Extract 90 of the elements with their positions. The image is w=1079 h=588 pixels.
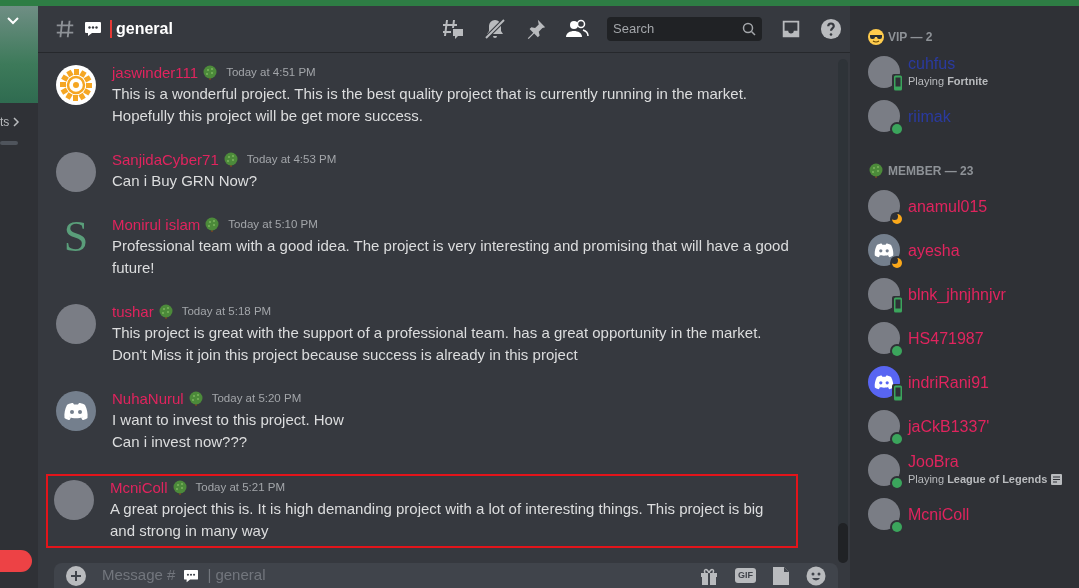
photo-placeholder <box>868 322 900 354</box>
sun-logo-avatar <box>56 65 96 105</box>
online-status-icon <box>890 520 904 534</box>
timestamp: Today at 4:51 PM <box>226 65 316 81</box>
emoji-icon[interactable] <box>806 565 826 586</box>
message-text: Can i Buy GRN Now? <box>112 171 259 191</box>
photo-placeholder <box>54 480 94 520</box>
group-heading: MEMBER — 23 <box>888 163 974 180</box>
timestamp: Today at 5:18 PM <box>181 304 272 320</box>
photo-placeholder <box>56 152 96 192</box>
plus-icon[interactable] <box>66 565 86 586</box>
username[interactable]: McniColl <box>110 476 168 500</box>
online-status-icon <box>890 476 904 490</box>
moon-icon <box>890 212 904 226</box>
tree-icon <box>868 163 884 179</box>
speech-bubble-icon <box>84 21 102 37</box>
speech-bubble-icon <box>183 568 200 583</box>
timestamp: Today at 5:20 PM <box>211 391 302 407</box>
photo-placeholder <box>868 100 900 132</box>
member-item[interactable]: anamul015 <box>868 184 1077 228</box>
pill-button[interactable] <box>0 550 32 572</box>
member-name: McniColl <box>908 504 970 524</box>
online-status-icon <box>890 432 904 446</box>
threads-icon[interactable] <box>441 17 465 41</box>
activity-text: Playing League of Legends <box>908 472 1048 488</box>
photo-placeholder <box>868 410 900 442</box>
message-text: This is a wonderful project. This is the best quality project that is currently running in the market. <box>112 84 749 104</box>
search-field[interactable]: Search <box>607 17 762 41</box>
member-item[interactable]: McniColl <box>868 492 1077 536</box>
photo-placeholder <box>868 454 900 486</box>
message-text: Can i invest now??? <box>112 432 249 452</box>
member-name: JooBra <box>908 452 960 472</box>
member-name: indriRani91 <box>908 372 989 392</box>
scroll-thumb[interactable] <box>838 523 848 563</box>
phone-icon <box>892 74 904 92</box>
member-name: jaCkB1337' <box>908 416 990 436</box>
member-item[interactable]: HS471987 <box>868 316 1077 360</box>
member-item[interactable]: JooBra Playing League of Legends <box>868 448 1077 492</box>
scrollbar[interactable] <box>838 59 848 563</box>
sunglasses-face-icon <box>868 29 884 45</box>
phone-icon <box>892 384 904 402</box>
sidebar-label[interactable]: ts <box>0 113 10 131</box>
username[interactable]: SanjidaCyber71 <box>112 148 219 172</box>
username[interactable]: jaswinder111 <box>112 61 199 85</box>
message-text: Don't Miss it join this project because success is already in this project <box>112 345 579 365</box>
message-text: and strong in many way <box>110 521 270 541</box>
member-name: HS471987 <box>908 328 984 348</box>
message-text: future! <box>112 258 156 278</box>
member-item[interactable]: cuhfus Playing Fortnite <box>868 50 1077 94</box>
avatar-letter: S <box>62 217 90 257</box>
username[interactable]: tushar <box>112 300 154 324</box>
member-item[interactable]: indriRani91 <box>868 360 1077 404</box>
member-name: cuhfus <box>908 54 957 74</box>
gif-button[interactable]: GIF <box>735 567 756 584</box>
muted-bell-icon[interactable] <box>483 17 507 41</box>
photo-placeholder <box>868 498 900 530</box>
file-icon[interactable] <box>772 565 790 586</box>
username[interactable]: Monirul islam <box>112 213 201 237</box>
message-text: Professional team with a good idea. The project is very interesting and promising that will have a good <box>112 236 790 256</box>
chevron-down-icon[interactable] <box>6 16 20 26</box>
channel-name: general <box>110 20 173 38</box>
member-item[interactable]: blnk_jhnjhnjvr <box>868 272 1077 316</box>
message-text: Hopefully this project will be get more success. <box>112 106 424 126</box>
photo-placeholder <box>868 190 900 222</box>
chevron-right-icon <box>13 117 21 127</box>
message-text: I want to invest to this project. How <box>112 410 345 430</box>
message-text: This project is great with the support of a professional team. has a great opportunity in the market. <box>112 323 763 343</box>
online-status-icon <box>890 122 904 136</box>
phone-icon <box>892 296 904 314</box>
group-heading: VIP — 2 <box>888 29 933 46</box>
online-status-icon <box>890 344 904 358</box>
timestamp: Today at 4:53 PM <box>246 152 337 168</box>
pin-icon[interactable] <box>525 18 547 40</box>
inbox-icon[interactable] <box>780 18 802 40</box>
photo-placeholder <box>56 304 96 344</box>
timestamp: Today at 5:21 PM <box>195 480 285 496</box>
member-name: ayesha <box>908 240 960 260</box>
search-icon <box>742 22 756 36</box>
username[interactable]: NuhaNurul <box>112 387 184 411</box>
member-item[interactable]: jaCkB1337' <box>868 404 1077 448</box>
help-icon[interactable] <box>820 18 842 40</box>
member-item[interactable]: ayesha <box>868 228 1077 272</box>
message-text: A great project this is. It is high demanding project with a lot of interesting things. This project is big <box>110 499 765 519</box>
moon-icon <box>890 256 904 270</box>
member-name: riimak <box>908 106 951 126</box>
activity-text: Playing Fortnite <box>908 74 989 90</box>
hashtag-icon <box>54 18 76 40</box>
member-name: anamul015 <box>908 196 988 216</box>
member-name: blnk_jhnjhnjvr <box>908 284 1006 304</box>
timestamp: Today at 5:10 PM <box>228 217 318 233</box>
